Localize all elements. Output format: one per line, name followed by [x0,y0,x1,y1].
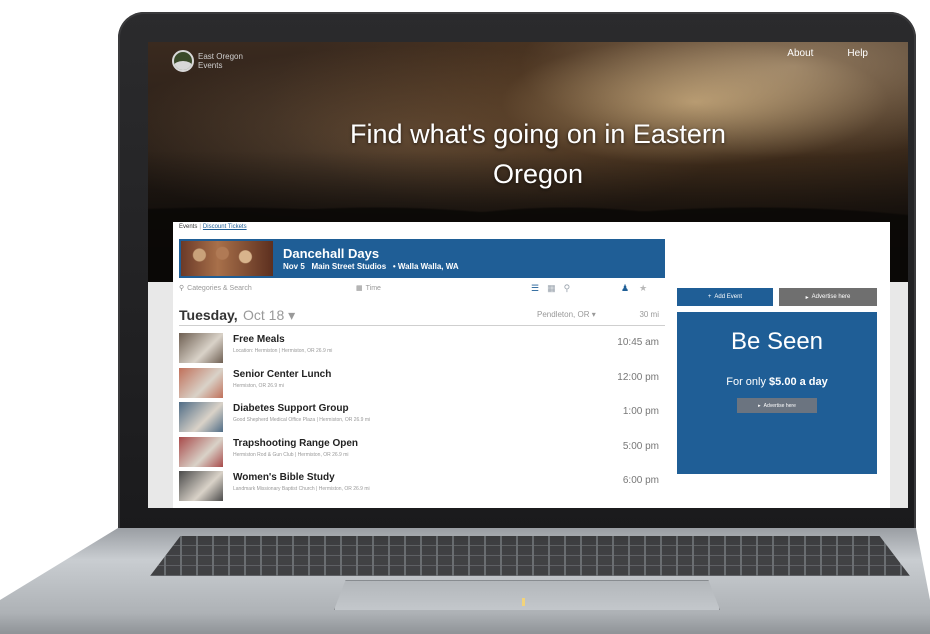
featured-event-banner[interactable]: Dancehall Days Nov 5 Main Street Studios… [179,239,665,278]
keyboard-rows [150,536,910,576]
event-row[interactable]: Trapshooting Range Open Hermiston Rod & … [179,435,665,470]
hero-title-line-1: Find what's going on in Eastern [350,119,726,149]
advertise-button[interactable]: ▸ Advertise here [779,288,877,306]
event-meta: Good Shepherd Medical Office Plaza | Her… [233,417,371,423]
nav-help-link[interactable]: Help [847,48,868,59]
promo-price: $5.00 a day [769,376,828,388]
grid-view-icon[interactable]: ▦ [547,283,556,294]
event-thumbnail [179,333,223,363]
featured-event-date: Nov 5 [283,261,305,271]
event-thumbnail [179,436,223,467]
promo-box: Be Seen For only $5.00 a day ▸ Advertise… [677,312,877,474]
event-time: 1:00 pm [622,406,659,417]
advertise-label: Advertise here [811,294,851,300]
view-toggle: ☰ ▦ ⚲ [531,283,570,294]
star-icon[interactable]: ★ [639,283,647,294]
featured-event-venue: Main Street Studios [311,261,387,271]
nav-about-link[interactable]: About [787,48,813,59]
megaphone-icon: ▸ [805,294,809,301]
map-pin-icon[interactable]: ⚲ [564,283,571,294]
tab-discount-tickets[interactable]: Discount Tickets [203,224,247,230]
location-selector[interactable]: Pendleton, OR ▾ [537,310,596,319]
featured-event-location: • Walla Walla, WA [392,261,459,271]
event-thumbnail [179,402,223,432]
logo-icon [172,50,194,72]
add-event-button[interactable]: + Add Event [677,288,773,306]
hero-title-line-2: Oregon [492,159,584,189]
event-time: 10:45 am [617,337,659,348]
laptop-screen: East Oregon Events About Help Find what'… [148,42,908,508]
distance-selector[interactable]: 30 mi [639,310,659,319]
promo-sub-prefix: For only [726,376,770,388]
person-icon[interactable]: ♟ [621,283,629,294]
event-title: Trapshooting Range Open [233,437,359,449]
event-thumbnail [179,471,223,501]
tab-bar: Events | Discount Tickets [179,224,247,230]
event-row[interactable]: Free Meals Location: Hermiston | Hermist… [179,331,665,366]
laptop-trackpad [334,580,720,610]
date-day: Tuesday, [179,307,238,323]
user-toggle: ♟ ★ [621,283,647,294]
promo-button-label: Advertise here [763,402,796,409]
time-filter[interactable]: ▦ Time [356,284,381,292]
add-event-label: Add Event [714,294,743,300]
promo-advertise-button[interactable]: ▸ Advertise here [737,398,817,413]
featured-event-title: Dancehall Days [283,245,380,261]
date-selector[interactable]: Oct 18 ▾ [243,307,295,324]
event-meta: Hermiston, OR 26.9 mi [233,382,284,389]
megaphone-icon: ▸ [758,402,761,409]
tab-separator: | [199,224,201,230]
event-row[interactable]: Women's Bible Study Landmark Missionary … [179,469,665,504]
calendar-icon: ▦ [356,285,363,292]
filter-bar: ⚲ Categories & Search ▦ Time ☰ ▦ ⚲ ♟ ★ [179,283,665,298]
event-list: Free Meals Location: Hermiston | Hermist… [179,331,665,504]
event-row[interactable]: Senior Center Lunch Hermiston, OR 26.9 m… [179,366,665,401]
event-row[interactable]: Diabetes Support Group Good Shepherd Med… [179,400,665,435]
event-meta: Hermiston Rod & Gun Club | Hermiston, OR… [233,451,349,458]
list-view-icon[interactable]: ☰ [531,283,539,294]
event-time: 6:00 pm [622,475,659,486]
search-icon: ⚲ [179,285,185,292]
tab-events[interactable]: Events [179,224,197,230]
event-thumbnail [179,367,223,398]
logo-line-1: East Oregon [198,52,243,61]
time-filter-placeholder: Time [365,285,381,292]
event-title: Free Meals [233,334,285,345]
event-title: Senior Center Lunch [233,368,332,380]
promo-subtitle: For only $5.00 a day [677,376,877,388]
site-logo[interactable]: East Oregon Events [172,50,243,72]
event-time: 5:00 pm [622,440,659,452]
featured-event-image [181,241,273,276]
logo-text: East Oregon Events [198,52,243,70]
event-title: Women's Bible Study [233,472,335,483]
plus-icon: + [707,294,712,300]
event-meta: Landmark Missionary Baptist Church | Her… [233,486,370,492]
sidebar-actions: + Add Event ▸ Advertise here [677,288,877,306]
event-title: Diabetes Support Group [233,403,349,414]
logo-line-2: Events [198,61,223,70]
hero-title: Find what's going on in Eastern Oregon [268,114,808,194]
category-search-input[interactable]: ⚲ Categories & Search [179,284,252,292]
event-meta: Location: Hermiston | Hermiston, OR 26.9… [233,348,333,354]
promo-title: Be Seen [730,328,824,355]
event-time: 12:00 pm [617,371,659,383]
date-header: Tuesday, Oct 18 ▾ Pendleton, OR ▾ 30 mi [179,304,665,326]
featured-event-details: Nov 5 Main Street Studios • Walla Walla,… [283,261,459,272]
events-column: Events | Discount Tickets Dancehall Days N… [173,222,671,508]
top-nav: About Help [787,48,868,59]
featured-event-text: Dancehall Days Nov 5 Main Street Studios… [283,246,459,272]
sidebar: + Add Event ▸ Advertise here Be Seen For… [677,222,890,508]
power-indicator [522,598,525,606]
category-search-placeholder: Categories & Search [187,285,252,292]
events-panel: Events | Discount Tickets Dancehall Days N… [173,222,890,508]
